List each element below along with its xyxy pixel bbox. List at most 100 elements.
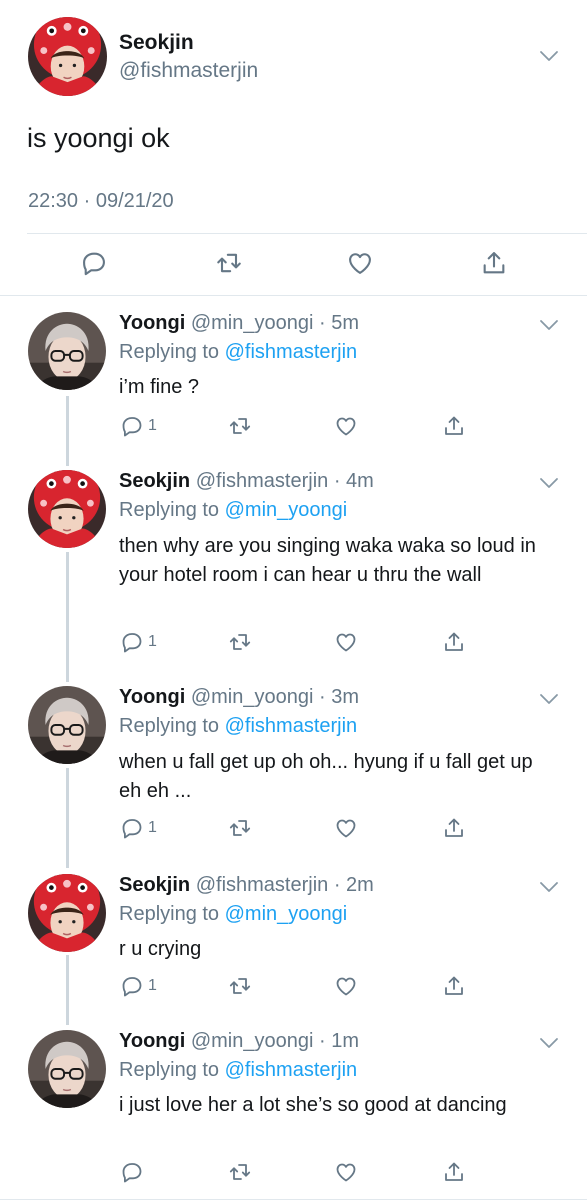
mention-link[interactable]: @fishmasterjin — [225, 341, 358, 363]
share-button[interactable] — [442, 974, 466, 998]
author-name[interactable]: Seokjin — [119, 874, 190, 896]
reply-tweet[interactable]: Yoongi @min_yoongi · 5m Replying to @fis… — [0, 306, 587, 456]
author-name[interactable]: Yoongi — [119, 686, 185, 708]
reply-icon — [120, 1160, 144, 1184]
reply-icon — [120, 974, 144, 998]
share-button[interactable] — [442, 816, 466, 840]
reply-actions: 1 — [0, 816, 587, 846]
like-button[interactable] — [346, 249, 374, 277]
reply-actions: 1 — [0, 414, 587, 444]
author-name[interactable]: Yoongi — [119, 312, 185, 334]
author-handle[interactable]: @min_yoongi · 1m — [191, 1030, 359, 1052]
reply-icon — [120, 414, 144, 438]
reply-icon — [120, 630, 144, 654]
share-icon — [480, 249, 508, 277]
author-name[interactable]: Seokjin — [119, 470, 190, 492]
like-button[interactable] — [334, 816, 358, 840]
chevron-down-icon[interactable] — [539, 49, 559, 63]
like-button[interactable] — [334, 1160, 358, 1184]
mention-link[interactable]: @fishmasterjin — [225, 1059, 358, 1081]
divider — [27, 233, 587, 234]
reply-button[interactable]: 1 — [120, 630, 157, 654]
reply-text: i’m fine ? — [119, 376, 200, 398]
share-icon — [442, 974, 466, 998]
reply-header: Yoongi @min_yoongi · 3m — [119, 686, 359, 709]
share-icon — [442, 414, 466, 438]
red-hood-avatar-image — [28, 470, 106, 548]
retweet-icon — [228, 974, 252, 998]
heart-icon — [334, 816, 358, 840]
author-handle[interactable]: @min_yoongi · 3m — [191, 686, 359, 708]
section-divider — [0, 295, 587, 296]
chevron-down-icon[interactable] — [539, 880, 559, 894]
retweet-button[interactable] — [228, 630, 252, 654]
like-button[interactable] — [334, 974, 358, 998]
replying-to: Replying to @fishmasterjin — [119, 715, 357, 738]
like-button[interactable] — [334, 630, 358, 654]
retweet-icon — [228, 816, 252, 840]
avatar[interactable] — [28, 470, 106, 548]
share-button[interactable] — [442, 1160, 466, 1184]
author-handle[interactable]: @fishmasterjin · 2m — [196, 874, 374, 896]
red-hood-avatar-image — [28, 17, 107, 96]
retweet-button[interactable] — [215, 249, 243, 277]
mention-link[interactable]: @min_yoongi — [225, 903, 348, 925]
replying-to-label: Replying to — [119, 1059, 220, 1081]
retweet-icon — [215, 249, 243, 277]
glasses-avatar-image — [28, 312, 106, 390]
share-icon — [442, 816, 466, 840]
retweet-button[interactable] — [228, 1160, 252, 1184]
replying-to-label: Replying to — [119, 903, 220, 925]
avatar[interactable] — [28, 686, 106, 764]
author-handle[interactable]: @fishmasterjin · 4m — [196, 470, 374, 492]
reply-button[interactable]: 1 — [120, 974, 157, 998]
author-name[interactable]: Yoongi — [119, 1030, 185, 1052]
share-button[interactable] — [442, 630, 466, 654]
reply-button[interactable]: 1 — [120, 414, 157, 438]
retweet-icon — [228, 414, 252, 438]
reply-text: when u fall get up oh oh... hyung if u f… — [119, 751, 533, 802]
retweet-button[interactable] — [228, 974, 252, 998]
reply-tweet[interactable]: Yoongi @min_yoongi · 3m Replying to @fis… — [0, 680, 587, 860]
avatar[interactable] — [28, 17, 107, 96]
chevron-down-icon[interactable] — [539, 476, 559, 490]
reply-text: r u crying — [119, 938, 202, 960]
heart-icon — [334, 1160, 358, 1184]
author-handle[interactable]: @min_yoongi · 5m — [191, 312, 359, 334]
replying-to: Replying to @fishmasterjin — [119, 1059, 357, 1082]
share-icon — [442, 1160, 466, 1184]
chevron-down-icon[interactable] — [539, 692, 559, 706]
reply-count: 1 — [148, 417, 157, 434]
reply-button[interactable]: 1 — [120, 816, 157, 840]
author-handle[interactable]: @fishmasterjin — [119, 59, 258, 83]
replying-to-label: Replying to — [119, 341, 220, 363]
reply-tweet[interactable]: Yoongi @min_yoongi · 1m Replying to @fis… — [0, 1026, 587, 1198]
reply-button[interactable] — [80, 249, 108, 277]
reply-header: Seokjin @fishmasterjin · 4m — [119, 470, 374, 493]
reply-tweet[interactable]: Seokjin @fishmasterjin · 2m Replying to … — [0, 868, 587, 1018]
reply-actions — [0, 1160, 587, 1190]
chevron-down-icon[interactable] — [539, 318, 559, 332]
reply-button[interactable] — [120, 1160, 148, 1184]
avatar[interactable] — [28, 312, 106, 390]
avatar[interactable] — [28, 874, 106, 952]
retweet-button[interactable] — [228, 414, 252, 438]
share-button[interactable] — [442, 414, 466, 438]
mention-link[interactable]: @fishmasterjin — [225, 715, 358, 737]
author-name[interactable]: Seokjin — [119, 31, 194, 55]
chevron-down-icon[interactable] — [539, 1036, 559, 1050]
reply-actions: 1 — [0, 630, 587, 660]
replying-to-label: Replying to — [119, 499, 220, 521]
replying-to: Replying to @min_yoongi — [119, 903, 347, 926]
reply-text: then why are you singing waka waka so lo… — [119, 535, 536, 586]
like-button[interactable] — [334, 414, 358, 438]
share-button[interactable] — [480, 249, 508, 277]
avatar[interactable] — [28, 1030, 106, 1108]
retweet-button[interactable] — [228, 816, 252, 840]
reply-icon — [80, 249, 108, 277]
reply-header: Yoongi @min_yoongi · 5m — [119, 312, 359, 335]
reply-tweet[interactable]: Seokjin @fishmasterjin · 4m Replying to … — [0, 464, 587, 674]
heart-icon — [334, 974, 358, 998]
mention-link[interactable]: @min_yoongi — [225, 499, 348, 521]
tweet-timestamp[interactable]: 22:30 · 09/21/20 — [28, 190, 174, 213]
